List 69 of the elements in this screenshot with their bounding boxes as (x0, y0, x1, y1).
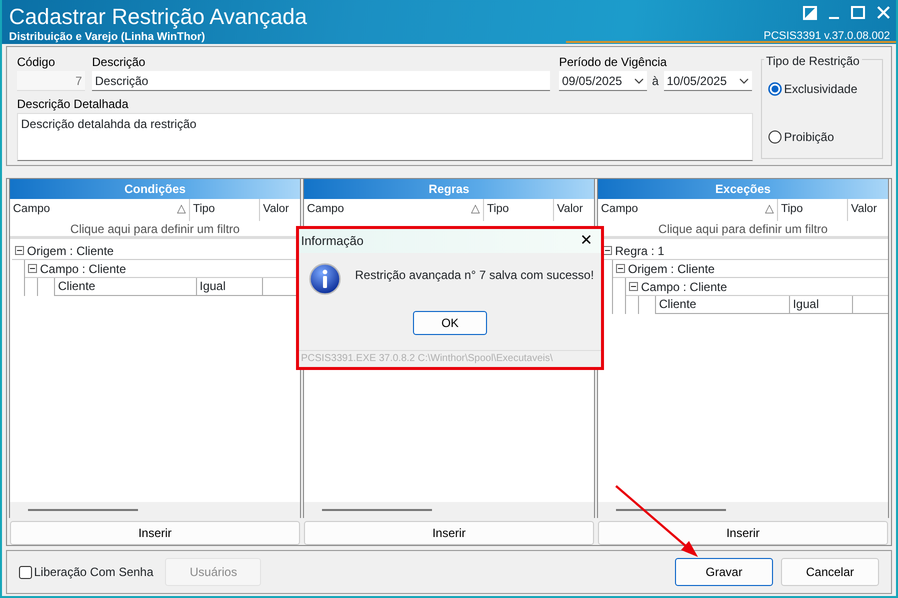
date-field[interactable]: 09/05/2025 (559, 71, 647, 91)
insert-button[interactable]: Inserir (10, 521, 300, 545)
filter-hint[interactable]: Clique aqui para definir um filtro (70, 222, 240, 236)
ok-button[interactable]: OK (413, 311, 487, 335)
table-cell: Cliente (655, 296, 789, 313)
panel-header: Regras (304, 179, 594, 199)
tree-node-label[interactable]: Regra : 1 (615, 242, 664, 260)
insert-button[interactable]: Inserir (304, 521, 594, 545)
scrollbar-thumb[interactable] (28, 509, 138, 511)
tree-node-label[interactable]: Campo : Cliente (40, 260, 126, 278)
field-label: Descrição (92, 55, 146, 69)
panel-header: Condições (10, 179, 300, 199)
field-label: Período de Vigência (559, 55, 668, 69)
column-header[interactable]: Valor (554, 199, 594, 221)
column-header[interactable]: Tipo (484, 199, 554, 221)
code-field[interactable]: 7 (17, 71, 85, 91)
table-cell: Cliente (54, 278, 196, 295)
panel-header: Exceções (598, 179, 888, 199)
radio-label[interactable]: Proibição (784, 128, 834, 146)
checkbox-label[interactable]: Liberação Com Senha (34, 563, 154, 581)
sort-indicator: △ (177, 202, 186, 218)
column-header[interactable]: Tipo (190, 199, 260, 221)
column-header[interactable]: Campo △ (304, 199, 484, 221)
window-subtitle: Distribuição e Varejo (Linha WinThor) (9, 30, 206, 44)
table-cell: Igual (788, 296, 852, 313)
close-button[interactable]: ✕ (572, 231, 601, 251)
description-field[interactable]: Descrição (92, 71, 550, 91)
table-cell: Igual (196, 278, 262, 295)
date-separator: à (651, 73, 660, 90)
dialog-status-text: PCSIS3391.EXE 37.0.8.2 C:\Winthor\Spool\Executaveis\ (299, 350, 601, 367)
scrollbar-thumb[interactable] (322, 509, 432, 511)
tree-node-label[interactable]: Campo : Cliente (641, 278, 728, 296)
column-header[interactable]: Valor (848, 199, 888, 221)
date-field[interactable]: 10/05/2025 (664, 71, 752, 91)
tree-node-label[interactable]: Origem : Cliente (628, 260, 715, 278)
detail-textarea[interactable]: Descrição detalahda da restrição (17, 113, 753, 161)
checkbox[interactable] (19, 566, 32, 578)
tree-node-label[interactable]: Origem : Cliente (27, 242, 114, 260)
contrast-icon[interactable] (803, 6, 817, 20)
collapse-icon[interactable] (603, 246, 612, 255)
save-button[interactable]: Gravar (675, 558, 773, 586)
field-label: Código (17, 55, 56, 69)
column-header[interactable]: Valor (260, 199, 300, 221)
window-title: Cadastrar Restrição Avançada (9, 4, 307, 30)
column-header[interactable]: Tipo (778, 199, 848, 221)
close-icon[interactable] (877, 6, 890, 20)
column-header[interactable]: Campo △ (10, 199, 190, 221)
sort-indicator: △ (471, 202, 480, 218)
version-label: PCSIS3391 v.37.0.08.002 (764, 28, 890, 44)
field-label: Descrição Detalhada (17, 97, 130, 111)
info-icon (309, 263, 341, 295)
cancel-button[interactable]: Cancelar (781, 558, 879, 586)
dialog-title: Informação (301, 232, 364, 250)
insert-button[interactable]: Inserir (598, 521, 888, 545)
collapse-icon[interactable] (15, 246, 24, 255)
chevron-down-icon (738, 78, 749, 84)
scrollbar-thumb[interactable] (616, 509, 726, 511)
sort-indicator: △ (765, 202, 774, 218)
collapse-icon[interactable] (616, 264, 625, 273)
chevron-down-icon (634, 78, 644, 84)
radio-button[interactable] (768, 82, 782, 96)
radio-button[interactable] (768, 130, 782, 144)
maximize-icon[interactable] (851, 6, 865, 20)
filter-hint[interactable]: Clique aqui para definir um filtro (658, 222, 828, 236)
radio-label[interactable]: Exclusividade (784, 80, 858, 98)
collapse-icon[interactable] (629, 282, 638, 291)
column-header[interactable]: Campo △ (598, 199, 778, 221)
dialog-message: Restrição avançada n° 7 salva com sucesso! (355, 267, 594, 284)
collapse-icon[interactable] (28, 264, 37, 273)
